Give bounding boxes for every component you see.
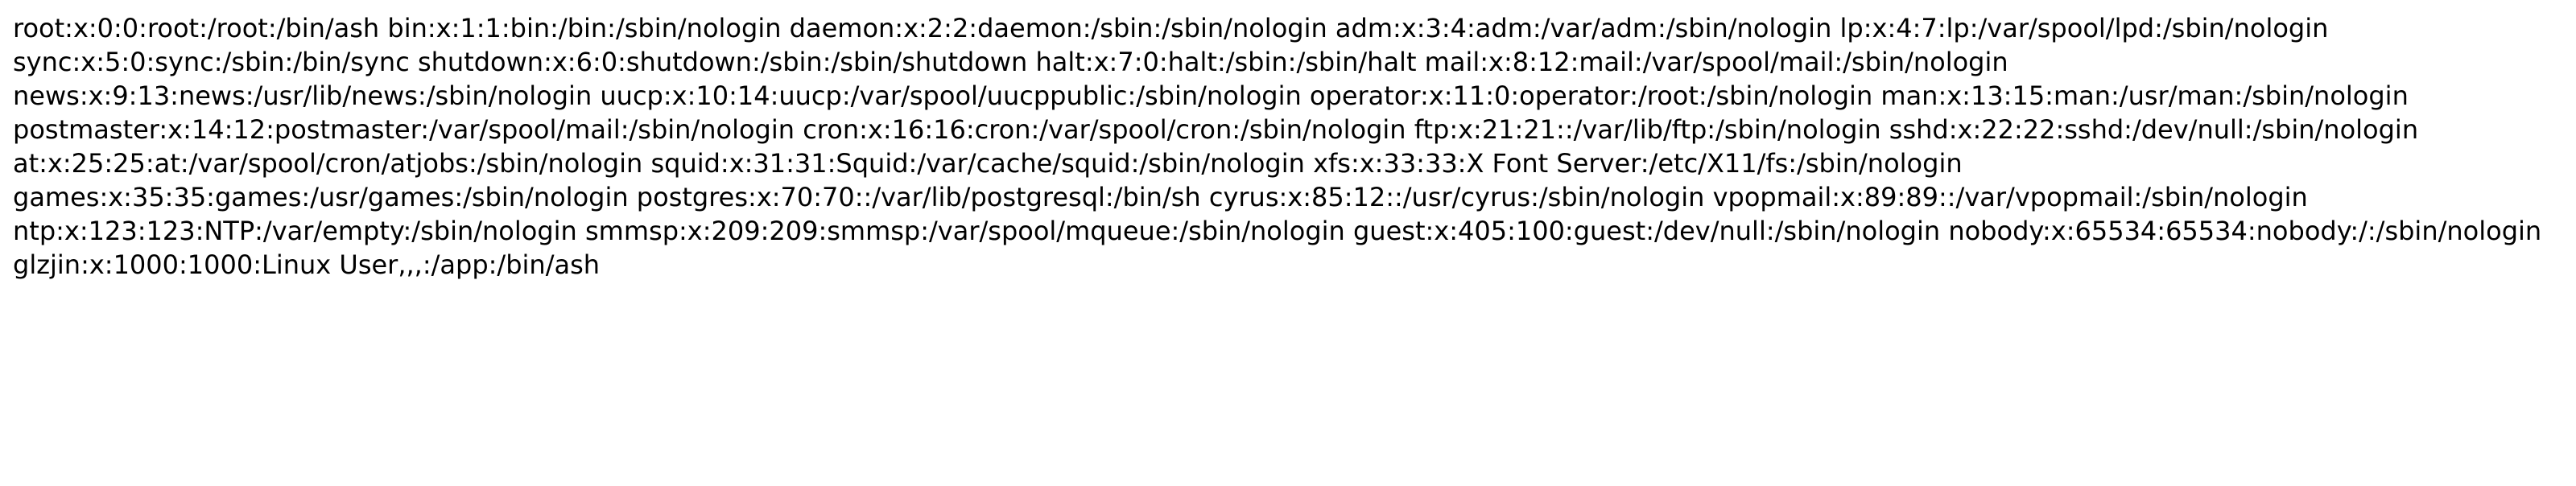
passwd-text-content: root:x:0:0:root:/root:/bin/ash bin:x:1:1… [13,11,2563,282]
passwd-text: root:x:0:0:root:/root:/bin/ash bin:x:1:1… [13,13,2542,280]
